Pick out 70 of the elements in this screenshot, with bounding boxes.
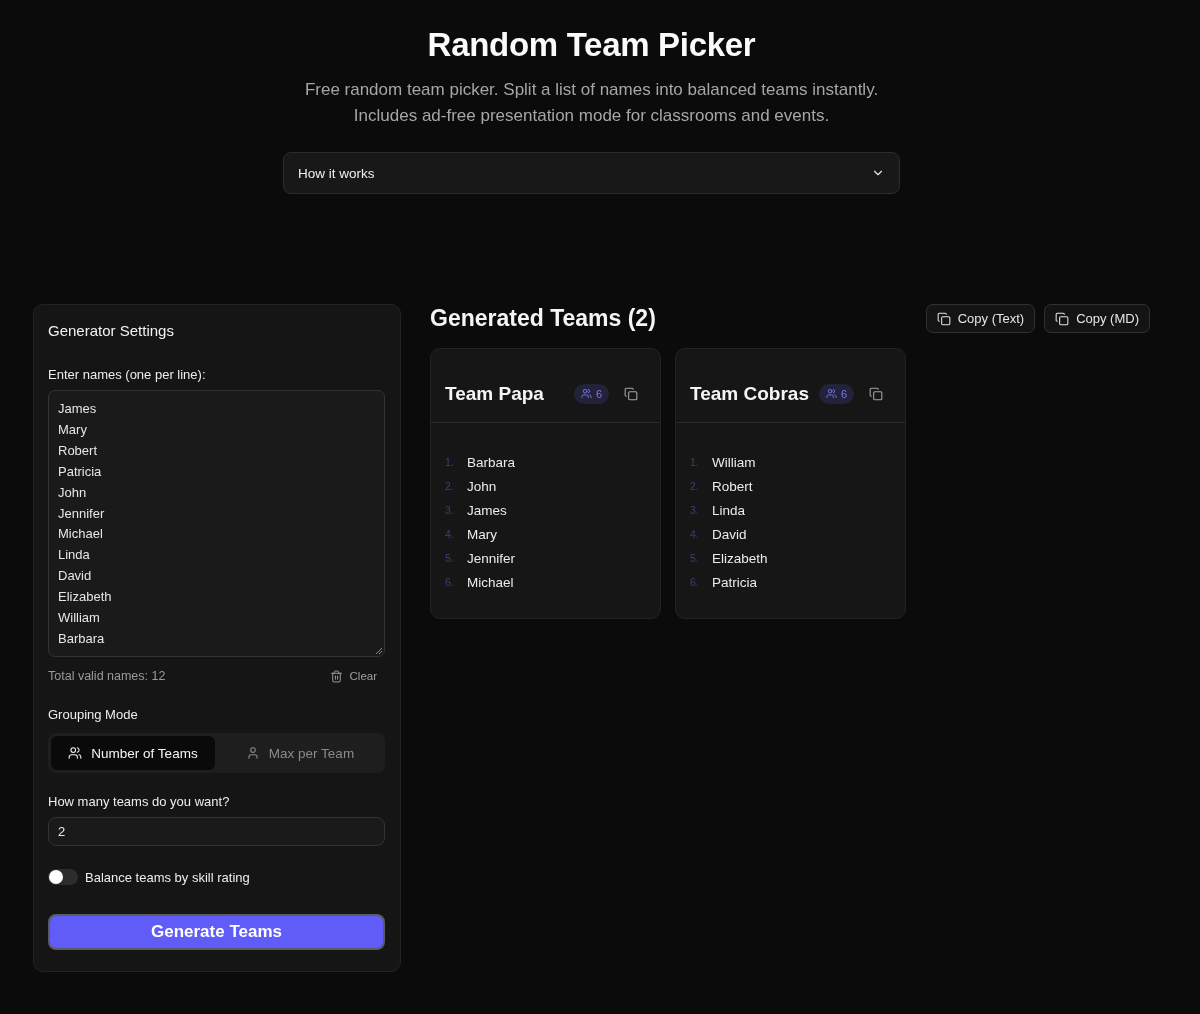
member-number: 1.	[690, 456, 700, 468]
names-field[interactable]: James Mary Robert Patricia John Jennifer Michael Linda David Elizabeth William Barbara	[48, 390, 385, 657]
member-number: 2.	[445, 480, 455, 492]
page-subtitle: Free random team picker. Split a list of names into balanced teams instantly.	[304, 79, 879, 101]
settings-title: Generator Settings	[48, 321, 175, 341]
copy-button[interactable]: Copy (MD)	[1044, 304, 1150, 333]
member-name: Elizabeth	[712, 550, 768, 566]
member-name: David	[712, 526, 747, 542]
team-name: Team Papa	[445, 382, 544, 405]
name-entry: William	[58, 609, 100, 628]
member-number: 1.	[445, 456, 455, 468]
copy-icon	[869, 386, 883, 401]
name-entry: James	[58, 400, 97, 418]
resize-grip-icon[interactable]	[375, 647, 382, 654]
member-count: 6	[595, 387, 602, 400]
member-number: 4.	[445, 528, 455, 540]
total-names-count: Total valid names: 12	[48, 668, 166, 685]
member-number: 5.	[690, 552, 700, 564]
member-name: Patricia	[712, 574, 757, 590]
names-label: Enter names (one per line):	[48, 366, 207, 384]
name-entry: Elizabeth	[58, 588, 112, 607]
trash-icon	[329, 669, 343, 683]
member-number: 6.	[445, 576, 455, 588]
team-count-field[interactable]: 2	[48, 817, 385, 846]
member-name: William	[712, 454, 756, 470]
member-name: James	[467, 502, 507, 518]
member-number: 3.	[690, 504, 700, 516]
grouping-mode-label: Grouping Mode	[48, 706, 139, 724]
team-name: Team Cobras	[690, 382, 809, 405]
grouping-mode-tab[interactable]: Max per Team	[218, 736, 382, 770]
member-number: 3.	[445, 504, 455, 516]
member-number: 5.	[445, 552, 455, 564]
name-entry: Michael	[58, 525, 103, 544]
name-entry: Jennifer	[58, 504, 105, 523]
name-entry: Linda	[58, 546, 90, 565]
generate-teams-button[interactable]: Generate Teams	[48, 914, 385, 950]
users-icon	[68, 746, 83, 760]
member-number: 2.	[690, 480, 700, 492]
member-name: Linda	[712, 502, 746, 518]
grouping-mode-tab[interactable]: Number of Teams	[51, 736, 215, 770]
skill-balance-toggle[interactable]	[48, 869, 78, 885]
copy-icon	[936, 311, 951, 326]
name-entry: Robert	[58, 441, 98, 460]
clear-button[interactable]: Clear	[329, 669, 377, 683]
name-entry: Mary	[58, 420, 87, 439]
users-icon	[825, 388, 837, 399]
member-name: Robert	[712, 478, 753, 494]
team-count-label: How many teams do you want?	[48, 793, 231, 811]
member-number: 4.	[690, 528, 700, 540]
user-icon	[245, 746, 260, 760]
skill-balance-label: Balance teams by skill rating	[85, 869, 250, 885]
users-icon	[580, 388, 592, 399]
copy-icon	[624, 386, 638, 401]
name-entry: John	[58, 483, 87, 502]
how-it-works-accordion[interactable]: How it works	[283, 152, 900, 194]
results-title: Generated Teams (2)	[430, 305, 656, 332]
member-number: 6.	[690, 576, 700, 588]
member-name: John	[467, 478, 497, 494]
member-count: 6	[840, 387, 847, 400]
member-name: Jennifer	[467, 550, 516, 566]
name-entry: Patricia	[58, 462, 102, 481]
page-title: Random Team Picker	[427, 26, 756, 64]
member-name: Barbara	[467, 454, 516, 470]
page-subtitle: Includes ad-free presentation mode for classrooms and events.	[353, 105, 830, 127]
member-name: Michael	[467, 574, 514, 590]
copy-button[interactable]: Copy (Text)	[925, 304, 1036, 333]
member-name: Mary	[467, 526, 497, 542]
copy-icon	[1055, 311, 1070, 326]
name-entry: Barbara	[58, 629, 105, 648]
name-entry: David	[58, 567, 92, 586]
